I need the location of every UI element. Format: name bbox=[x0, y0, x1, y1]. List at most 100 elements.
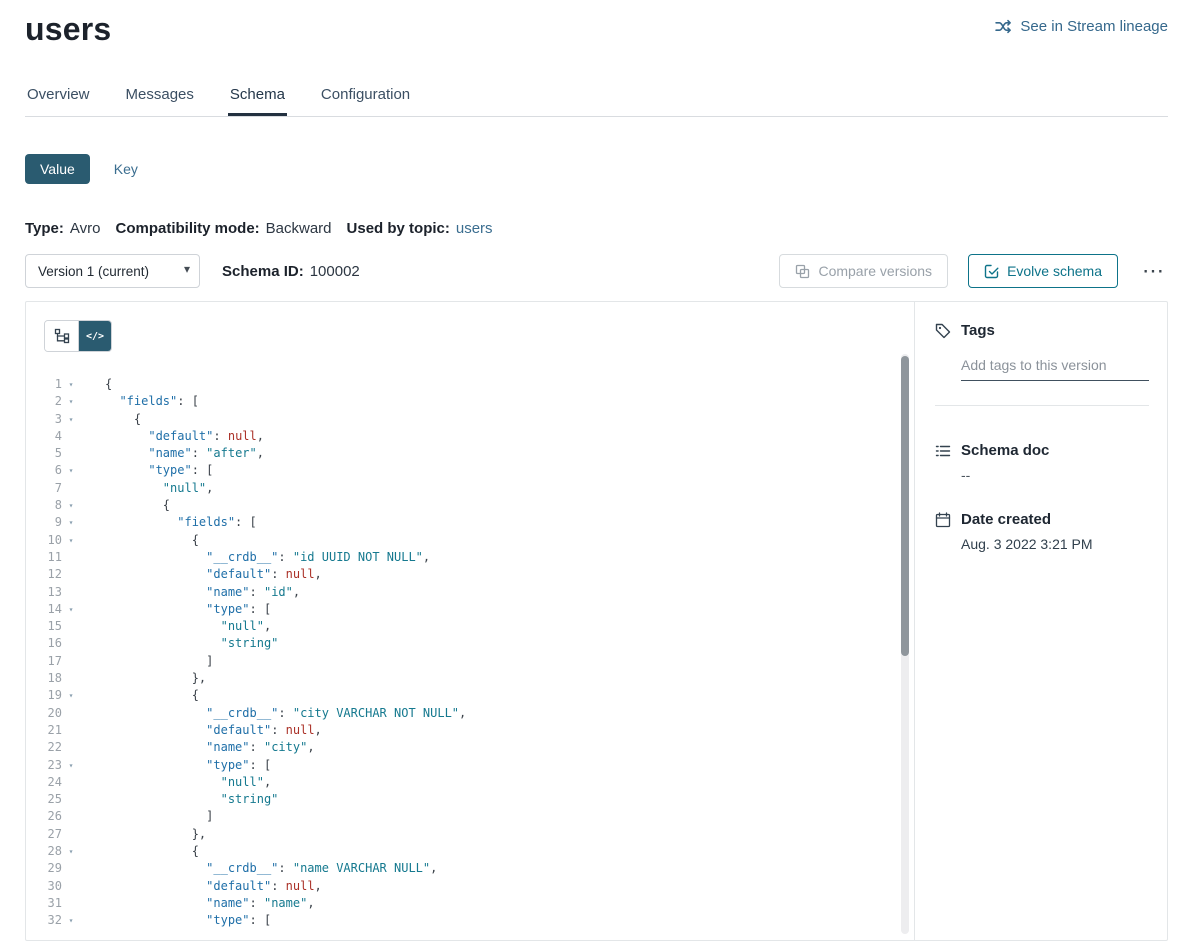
line-number: 1 bbox=[26, 376, 62, 393]
fold-toggle-icon[interactable]: ▾ bbox=[62, 687, 80, 704]
code-text: { bbox=[80, 497, 170, 514]
fold-spacer bbox=[62, 878, 80, 895]
fold-spacer bbox=[62, 635, 80, 652]
calendar-icon bbox=[935, 512, 951, 528]
code-line: 9▾ "fields": [ bbox=[26, 514, 914, 531]
line-number: 15 bbox=[26, 618, 62, 635]
page-header: users See in Stream lineage bbox=[25, 10, 1168, 50]
fold-toggle-icon[interactable]: ▾ bbox=[62, 411, 80, 428]
tab-schema[interactable]: Schema bbox=[228, 86, 287, 116]
sidebar-divider bbox=[935, 405, 1149, 406]
fold-toggle-icon[interactable]: ▾ bbox=[62, 462, 80, 479]
code-text: }, bbox=[80, 826, 206, 843]
line-number: 8 bbox=[26, 497, 62, 514]
tags-title: Tags bbox=[961, 322, 995, 339]
schema-id: Schema ID: 100002 bbox=[222, 263, 360, 280]
line-number: 11 bbox=[26, 549, 62, 566]
code-text: "fields": [ bbox=[80, 514, 257, 531]
code-view-button[interactable]: </> bbox=[78, 321, 111, 351]
fold-spacer bbox=[62, 791, 80, 808]
code-text: "name": "id", bbox=[80, 584, 300, 601]
line-number: 29 bbox=[26, 860, 62, 877]
tab-overview[interactable]: Overview bbox=[25, 86, 92, 116]
code-line: 1▾{ bbox=[26, 376, 914, 393]
line-number: 31 bbox=[26, 895, 62, 912]
fold-toggle-icon[interactable]: ▾ bbox=[62, 532, 80, 549]
code-line: 14▾ "type": [ bbox=[26, 601, 914, 618]
code-lines: 1▾{2▾ "fields": [3▾ {4 "default": null,5… bbox=[26, 376, 914, 930]
code-text: "__crdb__": "id UUID NOT NULL", bbox=[80, 549, 430, 566]
fold-spacer bbox=[62, 584, 80, 601]
line-number: 21 bbox=[26, 722, 62, 739]
code-text: "null", bbox=[80, 480, 213, 497]
evolve-schema-label: Evolve schema bbox=[1007, 263, 1102, 279]
code-text: ] bbox=[80, 808, 213, 825]
line-number: 13 bbox=[26, 584, 62, 601]
line-number: 3 bbox=[26, 411, 62, 428]
more-options-button[interactable]: ⋯ bbox=[1138, 260, 1168, 282]
code-text: "default": null, bbox=[80, 428, 264, 445]
line-number: 14 bbox=[26, 601, 62, 618]
key-toggle-button[interactable]: Key bbox=[102, 154, 150, 184]
schema-sidebar: Tags Schema doc -- bbox=[914, 302, 1167, 940]
code-line: 13 "name": "id", bbox=[26, 584, 914, 601]
fold-toggle-icon[interactable]: ▾ bbox=[62, 514, 80, 531]
schema-doc-header: Schema doc bbox=[935, 442, 1149, 459]
stream-lineage-link[interactable]: See in Stream lineage bbox=[995, 18, 1168, 35]
fold-toggle-icon[interactable]: ▾ bbox=[62, 497, 80, 514]
line-number: 23 bbox=[26, 757, 62, 774]
version-select-wrap: Version 1 (current) ▾ bbox=[25, 254, 200, 288]
scrollbar-thumb[interactable] bbox=[901, 356, 909, 656]
fold-toggle-icon[interactable]: ▾ bbox=[62, 757, 80, 774]
fold-toggle-icon[interactable]: ▾ bbox=[62, 376, 80, 393]
code-text: "type": [ bbox=[80, 462, 213, 479]
line-number: 9 bbox=[26, 514, 62, 531]
fold-spacer bbox=[62, 480, 80, 497]
tags-input[interactable] bbox=[961, 357, 1149, 381]
compare-versions-icon bbox=[795, 264, 810, 279]
code-text: "__crdb__": "name VARCHAR NULL", bbox=[80, 860, 437, 877]
tree-view-icon bbox=[54, 328, 70, 344]
line-number: 30 bbox=[26, 878, 62, 895]
code-text: ] bbox=[80, 653, 213, 670]
fold-toggle-icon[interactable]: ▾ bbox=[62, 393, 80, 410]
line-number: 19 bbox=[26, 687, 62, 704]
meta-used-by-topic: Used by topic: users bbox=[347, 220, 493, 238]
code-line: 21 "default": null, bbox=[26, 722, 914, 739]
evolve-schema-button[interactable]: Evolve schema bbox=[968, 254, 1118, 288]
fold-toggle-icon[interactable]: ▾ bbox=[62, 601, 80, 618]
fold-spacer bbox=[62, 566, 80, 583]
schema-controls: Version 1 (current) ▾ Schema ID: 100002 … bbox=[25, 254, 1168, 288]
version-select[interactable]: Version 1 (current) bbox=[25, 254, 200, 288]
tab-configuration[interactable]: Configuration bbox=[319, 86, 412, 116]
code-text: { bbox=[80, 532, 199, 549]
fold-spacer bbox=[62, 618, 80, 635]
fold-toggle-icon[interactable]: ▾ bbox=[62, 843, 80, 860]
compare-versions-button[interactable]: Compare versions bbox=[779, 254, 948, 288]
fold-spacer bbox=[62, 808, 80, 825]
code-text: "string" bbox=[80, 635, 278, 652]
compatibility-label: Compatibility mode: bbox=[115, 220, 259, 238]
evolve-schema-icon bbox=[984, 264, 999, 279]
code-line: 7 "null", bbox=[26, 480, 914, 497]
code-line: 4 "default": null, bbox=[26, 428, 914, 445]
line-number: 20 bbox=[26, 705, 62, 722]
fold-toggle-icon[interactable]: ▾ bbox=[62, 912, 80, 929]
code-line: 8▾ { bbox=[26, 497, 914, 514]
code-line: 30 "default": null, bbox=[26, 878, 914, 895]
code-text: "default": null, bbox=[80, 722, 322, 739]
value-toggle-button[interactable]: Value bbox=[25, 154, 90, 184]
code-line: 18 }, bbox=[26, 670, 914, 687]
line-number: 4 bbox=[26, 428, 62, 445]
tree-view-button[interactable] bbox=[45, 321, 78, 351]
tags-section: Tags bbox=[935, 322, 1149, 381]
code-scrollbar[interactable] bbox=[901, 354, 909, 934]
fold-spacer bbox=[62, 705, 80, 722]
fold-spacer bbox=[62, 826, 80, 843]
line-number: 27 bbox=[26, 826, 62, 843]
tab-messages[interactable]: Messages bbox=[124, 86, 196, 116]
topic-link[interactable]: users bbox=[456, 220, 493, 238]
code-line: 17 ] bbox=[26, 653, 914, 670]
code-line: 5 "name": "after", bbox=[26, 445, 914, 462]
fold-spacer bbox=[62, 774, 80, 791]
